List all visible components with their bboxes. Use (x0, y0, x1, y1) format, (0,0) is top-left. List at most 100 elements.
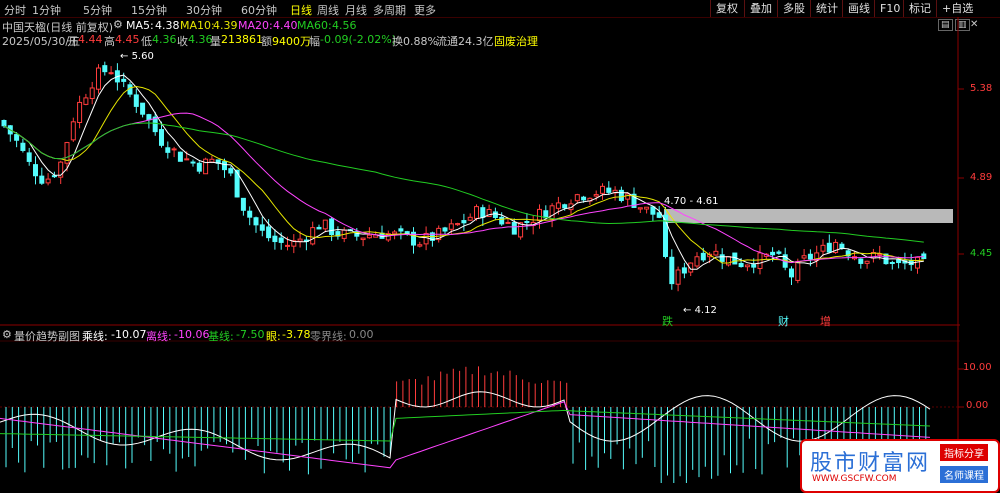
candle-body (776, 251, 782, 254)
candle-body (26, 152, 32, 162)
candle-body (83, 97, 89, 105)
candle-body (492, 211, 498, 218)
high-price-annotation: ← 5.60 (120, 51, 154, 62)
candle-body (864, 260, 870, 264)
candle-body (70, 121, 76, 141)
candle-body (203, 158, 209, 175)
candle-body (618, 189, 624, 202)
candle-body (253, 217, 259, 226)
candle-body (770, 251, 776, 256)
candle-body (51, 175, 57, 178)
candle-body (209, 158, 215, 163)
low-price-annotation: ← 4.12 (683, 305, 717, 316)
candle-body (278, 237, 284, 243)
candle-body (177, 151, 183, 162)
price-range-highlight (664, 209, 953, 223)
candle-body (14, 134, 20, 141)
candles-group (1, 61, 927, 292)
indicator-settings-icon[interactable]: ⚙ (2, 328, 12, 341)
candle-body (562, 204, 568, 209)
candle-body (896, 259, 902, 264)
candle-body (480, 207, 486, 218)
candle-body (360, 237, 366, 241)
signal-zeng[interactable]: 增 (820, 313, 831, 329)
candle-body (266, 226, 272, 239)
indicator-value-ji: -7.50 (236, 328, 265, 341)
candle-body (165, 147, 171, 153)
candle-body (461, 220, 467, 224)
candle-body (448, 223, 454, 230)
kline-chart[interactable] (0, 0, 1000, 492)
watermark-title: 股市财富网 (810, 451, 931, 476)
candle-body (240, 197, 246, 211)
candle-body (442, 227, 448, 232)
candle-body (726, 256, 731, 266)
candle-body (789, 268, 794, 278)
candle-body (39, 175, 45, 184)
candle-body (537, 208, 542, 222)
candle-body (467, 216, 473, 221)
indicator-value-yan: -3.78 (282, 328, 311, 341)
candle-body (675, 269, 681, 285)
candle-body (222, 161, 227, 171)
candle-body (505, 221, 511, 224)
candle-body (858, 258, 864, 264)
axis-label-price: 4.89 (970, 172, 993, 183)
candle-body (196, 162, 202, 172)
range-annotation: 4.70 - 4.61 (664, 196, 719, 207)
watermark-badge-share: 指标分享 (940, 444, 988, 461)
candle-body (417, 244, 423, 247)
candle-body (474, 206, 479, 219)
low-price-value: 4.12 (694, 305, 717, 316)
candle-body (171, 148, 177, 151)
watermark-logo: 股市财富网 WWW.GSCFW.COM 指标分享 名师课程 (800, 439, 1000, 493)
candle-body (795, 260, 801, 281)
candle-body (669, 256, 675, 285)
axis-label-indicator: 0.00 (966, 400, 989, 411)
candle-body (524, 220, 530, 223)
candle-body (146, 114, 152, 121)
candle-body (133, 94, 139, 107)
candle-body (190, 161, 196, 164)
indicator-label-ji: 基线: (208, 330, 234, 343)
indicator-li-line (0, 401, 931, 469)
candle-body (499, 216, 505, 225)
indicator-title: 量价趋势副图 (14, 330, 80, 343)
candle-body (719, 254, 725, 262)
candle-body (713, 250, 719, 256)
signal-die[interactable]: 跌 (662, 313, 673, 329)
candle-body (96, 67, 101, 90)
candle-body (820, 244, 826, 252)
axis-label-indicator: 10.00 (963, 362, 992, 373)
indicator-value-li: -10.06 (174, 328, 210, 341)
candle-body (121, 78, 127, 82)
indicator-label-yan: 眼: (266, 330, 281, 343)
candle-body (108, 72, 114, 75)
candle-body (877, 253, 883, 256)
axis-label-price: 5.38 (970, 83, 993, 94)
candle-body (744, 264, 750, 268)
candle-body (738, 262, 744, 268)
candle-body (625, 193, 631, 200)
candle-body (593, 194, 599, 197)
candle-body (285, 244, 290, 247)
candle-body (606, 187, 612, 193)
watermark-badge-course: 名师课程 (940, 466, 988, 483)
candle-body (159, 129, 164, 146)
candle-body (184, 158, 190, 161)
candle-body (700, 252, 706, 261)
candle-body (826, 242, 832, 253)
candle-body (801, 255, 807, 259)
candle-body (247, 210, 253, 218)
indicator-cheng-line (0, 391, 931, 461)
axis-label-price: 4.45 (970, 248, 993, 259)
signal-cai[interactable]: 财 (778, 313, 789, 329)
candle-body (392, 231, 398, 235)
candle-body (574, 194, 580, 202)
indicator-group (0, 366, 931, 483)
candle-body (45, 178, 51, 184)
candle-body (889, 262, 895, 265)
indicator-label-zero: 零界线: (310, 330, 347, 343)
candle-body (228, 168, 234, 174)
candle-body (518, 222, 524, 238)
